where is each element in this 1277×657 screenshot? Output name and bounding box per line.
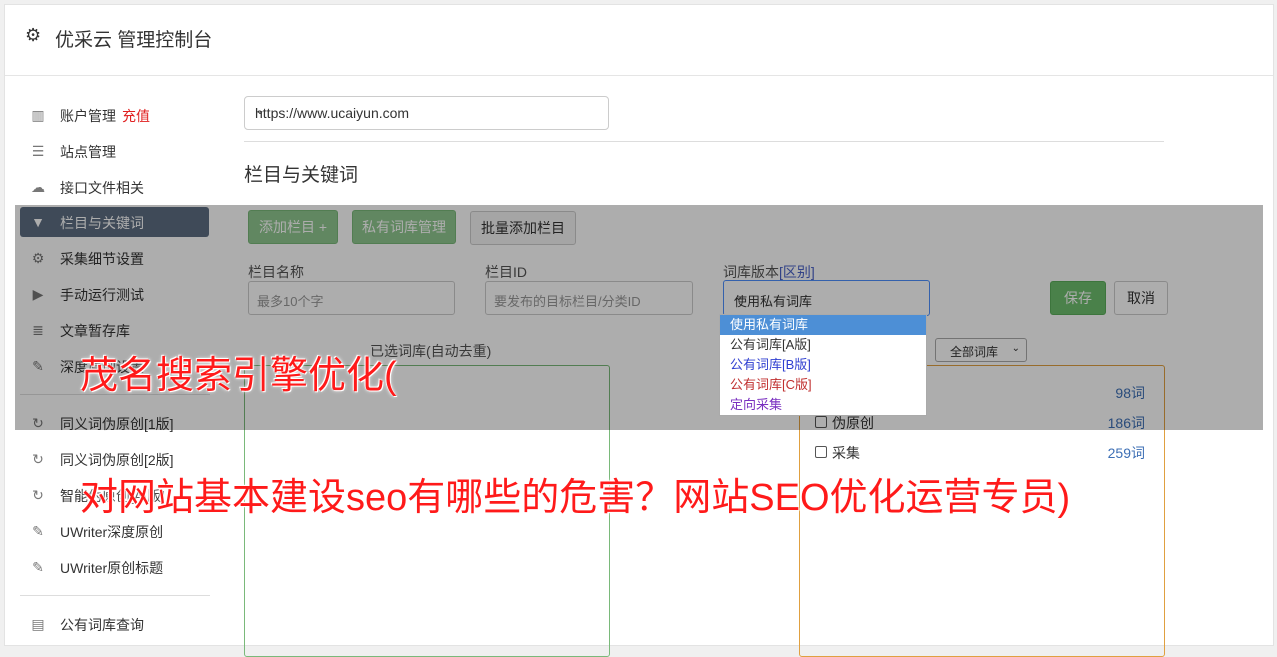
sidebar-item-label: UWriter深度原创 [60,524,164,540]
sidebar-item-label: 采集细节设置 [60,251,144,267]
library-checkbox[interactable] [815,416,827,428]
dropdown-option-target[interactable]: 定向采集 [720,395,926,415]
sidebar-item-sites[interactable]: ☰ 站点管理 [20,136,209,166]
sidebar-item-article-store[interactable]: ≣ 文章暂存库 [20,315,209,345]
cloud-upload-icon: ☁ [31,179,45,195]
column-name-input[interactable]: 最多10个字 [248,281,455,315]
sidebar-item-synonym-v1[interactable]: ↻ 同义词伪原创[1版] [20,408,209,438]
sidebar-divider [20,595,210,596]
refresh-icon: ↻ [32,487,44,503]
watermark-line-1: 茂名搜索引擎优化( [80,355,397,397]
lib-version-label: 词库版本[区别] [723,262,815,282]
dropdown-option-public-b[interactable]: 公有词库[B版] [720,355,926,375]
cancel-button[interactable]: 取消 [1114,281,1168,315]
chevron-down-icon: ⌄ [1011,343,1020,354]
sidebar-item-label: 文章暂存库 [60,323,130,339]
book-icon: ▤ [31,616,45,632]
column-id-label: 栏目ID [485,264,527,280]
all-lib-select[interactable]: 全部词库 ⌄ [935,338,1027,362]
sidebar-item-label: UWriter原创标题 [60,560,164,576]
gears-icon: ⚙ [31,250,45,266]
column-id-input[interactable]: 要发布的目标栏目/分类ID [485,281,693,315]
sidebar-item-label: 栏目与关键词 [60,215,144,231]
site-select[interactable]: https://www.ucaiyun.com ⌄ [244,96,609,130]
sidebar-item-label: 同义词伪原创[1版] [60,416,174,432]
refresh-icon: ↻ [32,451,44,467]
save-button[interactable]: 保存 [1050,281,1106,315]
section-title: 栏目与关键词 [244,165,359,186]
library-count: 186词 [1107,415,1145,431]
header: ⚙ 优采云 管理控制台 [5,5,1273,76]
library-checkbox[interactable] [815,446,827,458]
database-icon: ≣ [32,322,44,338]
library-count: 259词 [1107,445,1145,461]
gear-icon: ⚙ [25,25,42,45]
private-lib-button[interactable]: 私有词库管理 [352,210,456,244]
column-id-placeholder: 要发布的目标栏目/分类ID [494,294,641,309]
sidebar-item-run-test[interactable]: ▶ 手动运行测试 [20,279,209,309]
sidebar-item-label: 账户管理 [60,108,116,124]
list-item[interactable]: 伪原创 186词 [815,413,1145,433]
edit-icon: ✎ [32,523,44,539]
library-name: 伪原创 [832,415,874,431]
chevron-down-icon: ⌄ [734,291,744,303]
dropdown-option-public-a[interactable]: 公有词库[A版] [720,335,926,355]
add-column-button[interactable]: 添加栏目 + [248,210,338,244]
refresh-icon: ↻ [32,415,44,431]
divider [244,141,1164,142]
edit-icon: ✎ [32,358,44,374]
lib-version-select[interactable]: 使用私有词库 ⌄ [723,280,930,316]
sidebar-item-public-lib[interactable]: ▤ 公有词库查询 [20,609,209,639]
recharge-link[interactable]: 充值 [122,108,150,124]
filter-icon: ▼ [31,214,45,230]
dropdown-option-private[interactable]: 使用私有词库 [720,315,926,335]
lib-version-label-text: 词库版本 [723,264,779,280]
server-icon: ☰ [31,143,45,159]
sidebar-item-interface[interactable]: ☁ 接口文件相关 [20,172,209,202]
page-title: 优采云 管理控制台 [55,30,213,51]
dropdown-option-public-c[interactable]: 公有词库[C版] [720,375,926,395]
lib-version-dropdown[interactable]: 使用私有词库 公有词库[A版] 公有词库[B版] 公有词库[C版] 定向采集 [719,314,927,416]
batch-add-button[interactable]: 批量添加栏目 [470,211,576,245]
all-lib-value: 全部词库 [950,345,999,359]
bar-chart-icon: ▥ [31,107,45,123]
edit-icon: ✎ [32,559,44,575]
sidebar-item-label: 公有词库查询 [60,617,144,633]
difference-link[interactable]: [区别] [779,264,815,280]
sidebar-item-label: 手动运行测试 [60,287,144,303]
list-item[interactable]: 采集 259词 [815,443,1145,463]
sidebar-item-label: 站点管理 [60,144,116,160]
sidebar-item-account[interactable]: ▥ 账户管理 充值 [20,100,209,130]
watermark-line-2: 对网站基本建设seo有哪些的危害？网站SEO优化运营专员) [80,477,1071,519]
column-name-label: 栏目名称 [248,264,304,280]
library-name: 采集 [832,445,860,461]
sidebar-item-columns[interactable]: ▼ 栏目与关键词 [20,207,209,237]
library-count: 98词 [1115,385,1145,401]
column-name-placeholder: 最多10个字 [257,294,324,309]
sidebar-item-uwriter-title[interactable]: ✎ UWriter原创标题 [20,552,209,582]
sidebar-item-label: 接口文件相关 [60,180,144,196]
chevron-down-icon: ⌄ [255,103,266,117]
play-circle-icon: ▶ [32,286,44,302]
sidebar-item-collect[interactable]: ⚙ 采集细节设置 [20,243,209,273]
